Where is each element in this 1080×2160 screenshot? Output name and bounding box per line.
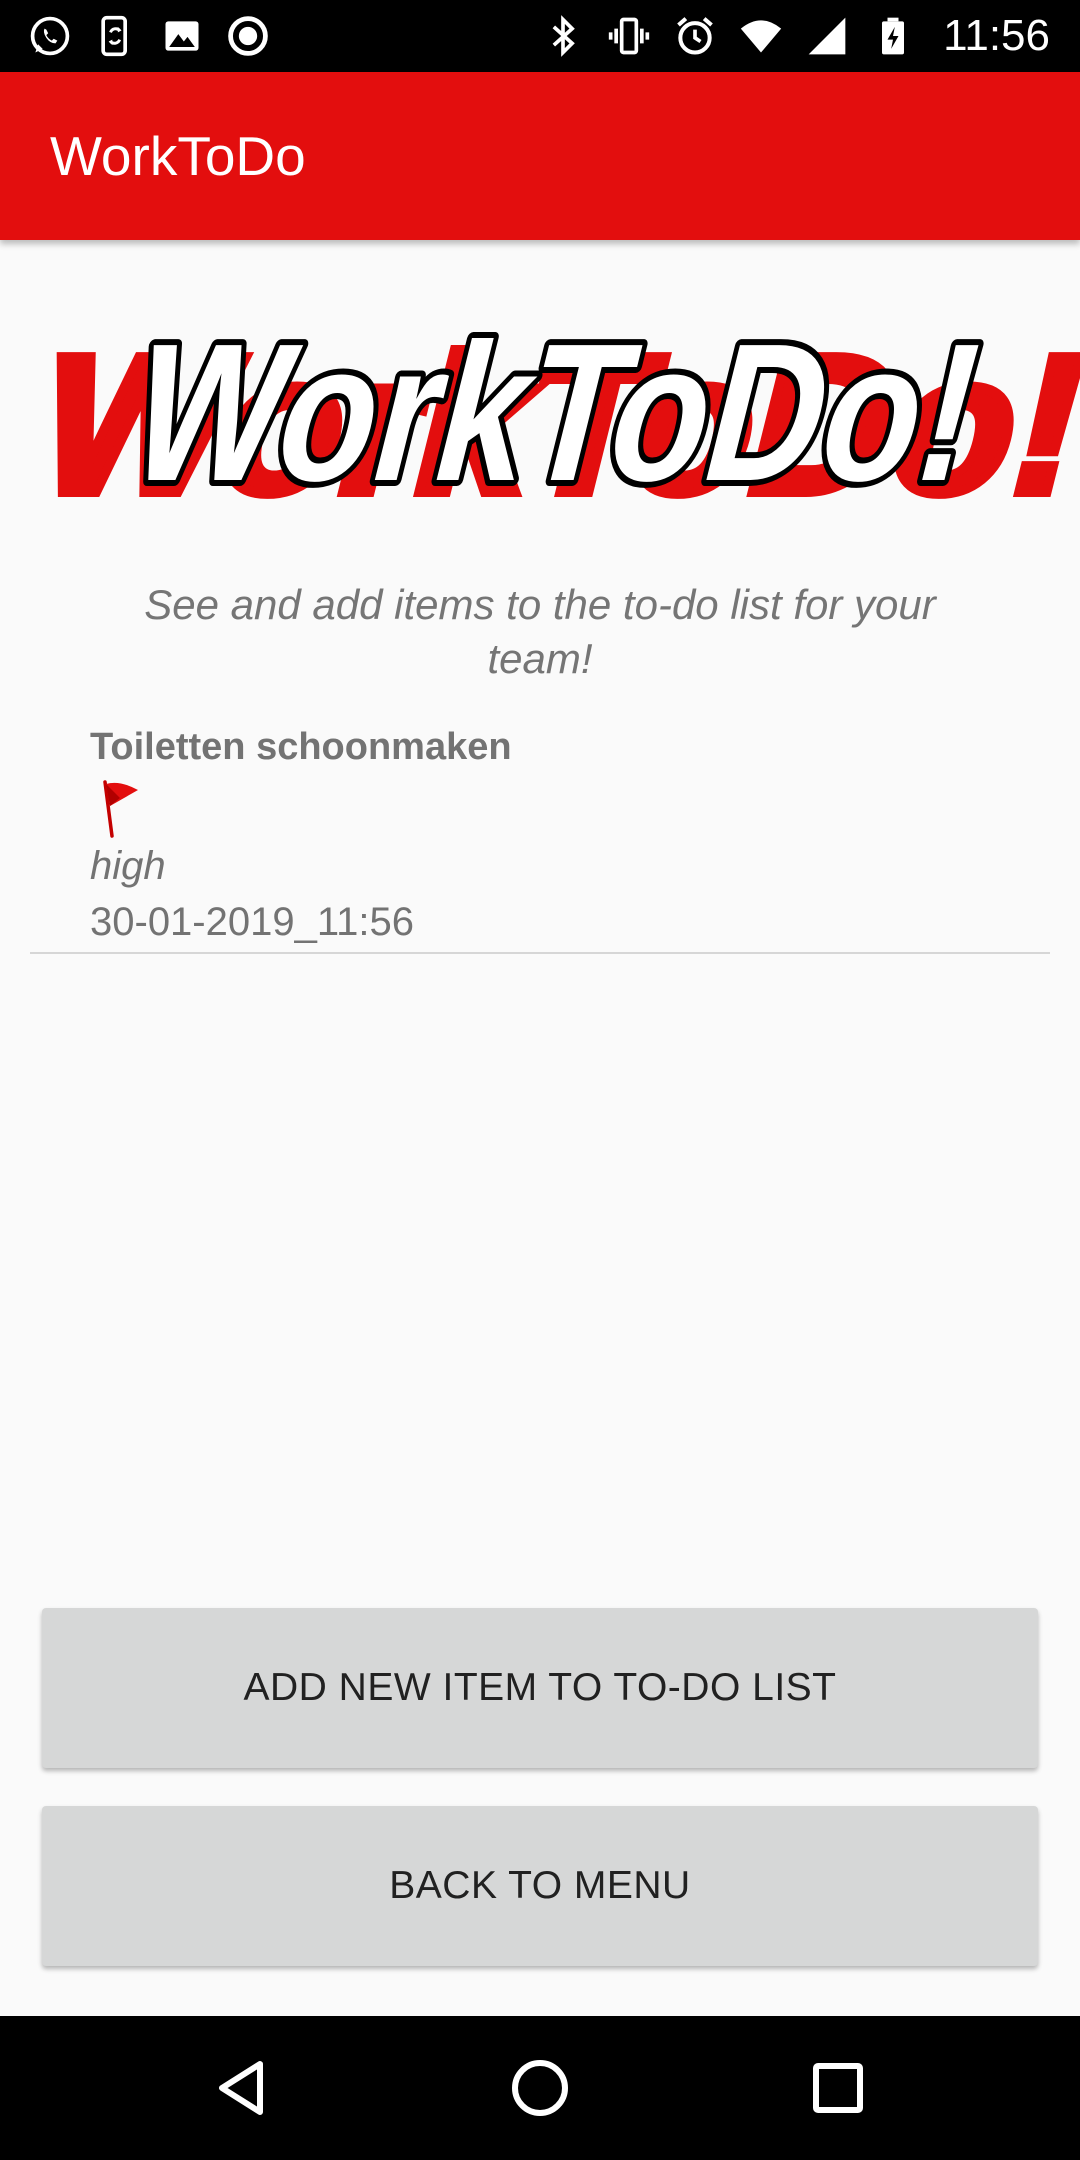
worktodo-logo: WorkToDo! WorkToDo! bbox=[13, 320, 1080, 520]
add-item-button[interactable]: ADD NEW ITEM TO TO-DO LIST bbox=[42, 1608, 1038, 1768]
todo-item-date: 30-01-2019_11:56 bbox=[90, 900, 414, 944]
recents-icon[interactable] bbox=[802, 2052, 874, 2124]
record-icon bbox=[228, 16, 268, 56]
back-to-menu-button[interactable]: BACK TO MENU bbox=[42, 1806, 1038, 1966]
bluetooth-icon bbox=[552, 15, 575, 57]
navigation-bar bbox=[0, 2016, 1080, 2160]
status-right-icons: 11:56 bbox=[541, 11, 1050, 60]
battery-charging-icon bbox=[882, 17, 905, 55]
todo-item-priority: high bbox=[90, 844, 166, 888]
whatsapp-icon bbox=[30, 16, 70, 56]
app-bar: WorkToDo bbox=[0, 72, 1080, 240]
alarm-icon bbox=[677, 17, 713, 55]
status-bar: 11:56 bbox=[0, 0, 1080, 72]
screen: 11:56 WorkToDo WorkToDo! WorkToDo! See a… bbox=[0, 0, 1080, 2160]
page-subtitle: See and add items to the to-do list for … bbox=[144, 581, 936, 682]
todo-item-title: Toiletten schoonmaken bbox=[90, 726, 512, 768]
image-icon bbox=[165, 21, 199, 51]
todo-list-item[interactable]: Toiletten schoonmaken high 30-01-2019_11… bbox=[30, 720, 1050, 954]
back-icon[interactable] bbox=[206, 2052, 278, 2124]
signal-icon bbox=[808, 17, 846, 55]
phone-sync-icon bbox=[101, 15, 127, 57]
home-icon[interactable] bbox=[504, 2052, 576, 2124]
status-time: 11:56 bbox=[943, 11, 1050, 60]
logo-text: WorkToDo! bbox=[109, 320, 1004, 520]
status-left-icons bbox=[28, 12, 270, 60]
vibrate-icon bbox=[608, 17, 650, 55]
app-title: WorkToDo bbox=[50, 125, 306, 187]
wifi-icon bbox=[740, 20, 782, 53]
